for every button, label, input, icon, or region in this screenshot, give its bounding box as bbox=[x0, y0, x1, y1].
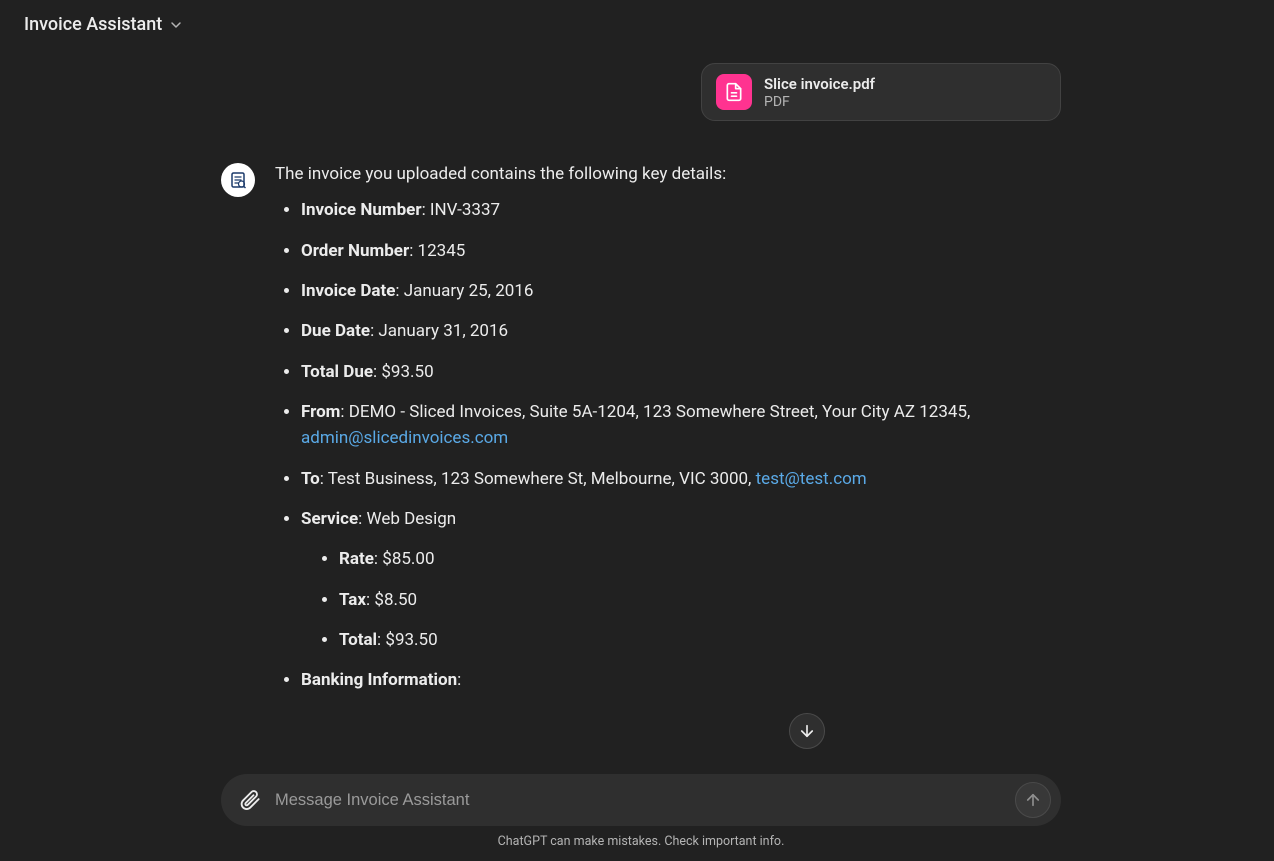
composer bbox=[221, 774, 1061, 826]
assistant-message: The invoice you uploaded contains the fo… bbox=[221, 161, 1061, 708]
email-link[interactable]: admin@slicedinvoices.com bbox=[301, 428, 508, 448]
paperclip-icon bbox=[239, 789, 261, 811]
list-item: Order Number: 12345 bbox=[301, 238, 1061, 264]
attachment-card[interactable]: Slice invoice.pdf PDF bbox=[701, 63, 1061, 121]
user-message: Slice invoice.pdf PDF bbox=[221, 63, 1061, 121]
attachment-name: Slice invoice.pdf bbox=[764, 75, 875, 93]
assistant-avatar bbox=[221, 163, 255, 197]
scroll-to-bottom-button[interactable] bbox=[789, 713, 825, 749]
list-item: Banking Information: bbox=[301, 667, 1061, 693]
chevron-down-icon bbox=[168, 17, 184, 33]
list-item: Tax: $8.50 bbox=[339, 587, 1061, 613]
list-item: Due Date: January 31, 2016 bbox=[301, 318, 1061, 344]
list-item: From: DEMO - Sliced Invoices, Suite 5A-1… bbox=[301, 399, 1061, 452]
list-item: Rate: $85.00 bbox=[339, 546, 1061, 572]
list-item: Service: Web Design Rate: $85.00 Tax: $8… bbox=[301, 506, 1061, 653]
send-button[interactable] bbox=[1015, 782, 1051, 818]
arrow-up-icon bbox=[1024, 791, 1042, 809]
attachment-type: PDF bbox=[764, 94, 875, 110]
list-item: Total Due: $93.50 bbox=[301, 359, 1061, 385]
list-item: To: Test Business, 123 Somewhere St, Mel… bbox=[301, 466, 1061, 492]
file-icon bbox=[716, 74, 752, 110]
list-item: Invoice Date: January 25, 2016 bbox=[301, 278, 1061, 304]
chat-scroll-area[interactable]: Slice invoice.pdf PDF bbox=[8, 43, 1274, 764]
footer-disclaimer: ChatGPT can make mistakes. Check importa… bbox=[8, 826, 1274, 855]
list-item: Invoice Number: INV-3337 bbox=[301, 197, 1061, 223]
message-input[interactable] bbox=[275, 791, 1005, 810]
assistant-text: The invoice you uploaded contains the fo… bbox=[275, 161, 1061, 708]
list-item: Total: $93.50 bbox=[339, 627, 1061, 653]
email-link[interactable]: test@test.com bbox=[756, 469, 867, 489]
attach-button[interactable] bbox=[235, 785, 265, 815]
assistant-intro: The invoice you uploaded contains the fo… bbox=[275, 161, 1061, 187]
app-title: Invoice Assistant bbox=[24, 14, 162, 35]
arrow-down-icon bbox=[798, 722, 816, 740]
model-switcher[interactable]: Invoice Assistant bbox=[8, 0, 1274, 43]
